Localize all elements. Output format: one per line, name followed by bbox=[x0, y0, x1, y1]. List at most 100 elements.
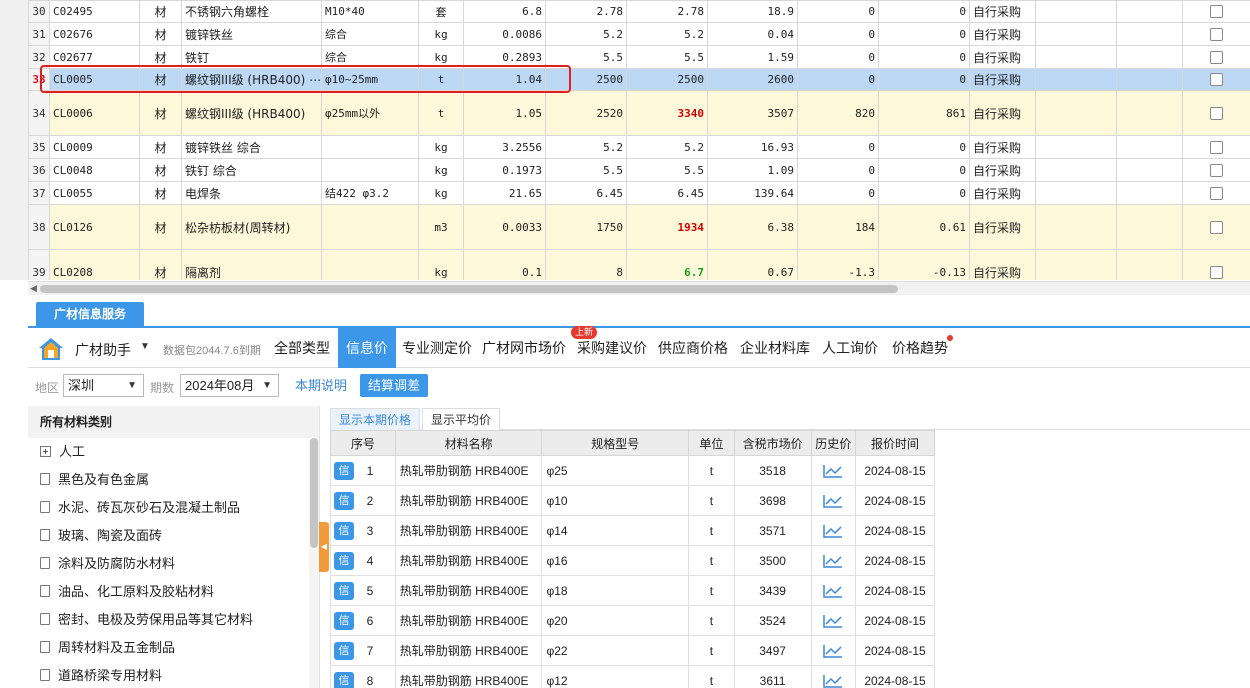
info-tag[interactable]: 信 bbox=[334, 611, 354, 630]
checkbox-cell[interactable] bbox=[1182, 158, 1250, 182]
table-row[interactable]: 信 3 热轧带肋钢筋 HRB400E φ14 t 3571 2024-08-15 bbox=[330, 515, 935, 546]
checkbox-cell[interactable] bbox=[1182, 135, 1250, 159]
category-item[interactable]: 玻璃、陶瓷及面砖 bbox=[28, 522, 319, 550]
row-checkbox[interactable] bbox=[1210, 163, 1223, 177]
category-item[interactable]: 道路桥梁专用材料 bbox=[28, 662, 319, 688]
period-note-link[interactable]: 本期说明 bbox=[289, 374, 353, 397]
category-item[interactable]: 黑色及有色金属 bbox=[28, 466, 319, 494]
row-checkbox[interactable] bbox=[1210, 140, 1223, 154]
checkbox-cell[interactable] bbox=[1182, 90, 1250, 136]
history-cell[interactable] bbox=[810, 545, 857, 576]
category-item[interactable]: 密封、电极及劳保用品等其它材料 bbox=[28, 606, 319, 634]
tab-average-price[interactable]: 显示平均价 bbox=[422, 408, 501, 430]
info-tag[interactable]: 信 bbox=[334, 461, 354, 480]
market-price[interactable]: 5.5 bbox=[626, 45, 708, 69]
trend-chart-icon[interactable] bbox=[823, 584, 843, 598]
market-price[interactable]: 5.2 bbox=[626, 135, 708, 159]
checkbox-cell[interactable] bbox=[1182, 68, 1250, 91]
scrollbar-thumb[interactable] bbox=[40, 285, 898, 293]
table-row[interactable]: 35 CL0009 材镀锌铁丝 综合 kg 3.2556 5.2 5.2 16.93 0 0 自行采… bbox=[28, 135, 1250, 159]
tab-current-price[interactable]: 显示本期价格 bbox=[330, 408, 421, 430]
market-price[interactable]: 6.45 bbox=[626, 181, 708, 205]
tab-professional-price[interactable]: 专业测定价 bbox=[398, 328, 476, 368]
table-row[interactable]: 信 5 热轧带肋钢筋 HRB400E φ18 t 3439 2024-08-15 bbox=[330, 575, 935, 606]
market-price[interactable]: 5.2 bbox=[626, 22, 708, 46]
table-row[interactable]: 30 C02495 材不锈钢六角螺栓 M10*40 套 6.8 2.78 2.78 18.9 0 0… bbox=[28, 0, 1250, 23]
trend-chart-icon[interactable] bbox=[823, 464, 843, 478]
chevron-down-icon[interactable]: ▼ bbox=[140, 341, 150, 352]
table-row[interactable]: 34 CL0006 材螺纹钢III级 (HRB400) φ25mm以外 t 1.05 252… bbox=[28, 90, 1250, 136]
table-row[interactable]: 信 1 热轧带肋钢筋 HRB400E φ25 t 3518 2024-08-15 bbox=[330, 455, 935, 486]
checkbox-cell[interactable] bbox=[1182, 45, 1250, 69]
checkbox-cell[interactable] bbox=[1182, 181, 1250, 205]
history-cell[interactable] bbox=[810, 455, 857, 486]
trend-chart-icon[interactable] bbox=[823, 674, 843, 688]
row-checkbox[interactable] bbox=[1210, 186, 1223, 200]
category-item[interactable]: 人工 bbox=[28, 438, 319, 466]
tab-price-trend[interactable]: 价格趋势 bbox=[888, 328, 952, 368]
checkbox-cell[interactable] bbox=[1182, 249, 1250, 280]
history-cell[interactable] bbox=[810, 665, 857, 688]
category-item[interactable]: 周转材料及五金制品 bbox=[28, 634, 319, 662]
checkbox-cell[interactable] bbox=[1182, 22, 1250, 46]
category-item[interactable]: 涂料及防腐防水材料 bbox=[28, 550, 319, 578]
market-price[interactable]: 2500 bbox=[626, 68, 708, 91]
table-row[interactable]: 31 C02676 材镀锌铁丝 综合 kg 0.0086 5.2 5.2 0.04 0 0 自行采购 bbox=[28, 22, 1250, 46]
history-cell[interactable] bbox=[810, 515, 857, 546]
column-header[interactable]: 报价时间 bbox=[855, 430, 935, 456]
scrollbar-thumb[interactable] bbox=[310, 438, 318, 548]
service-tab[interactable]: 广材信息服务 bbox=[36, 302, 144, 326]
market-price[interactable]: 6.7 bbox=[626, 249, 708, 280]
category-item[interactable]: 水泥、砖瓦灰砂石及混凝土制品 bbox=[28, 494, 319, 522]
trend-chart-icon[interactable] bbox=[823, 644, 843, 658]
column-header[interactable]: 材料名称 bbox=[394, 430, 543, 456]
checkbox-cell[interactable] bbox=[1182, 0, 1250, 23]
scroll-left-arrow-icon[interactable]: ◀ bbox=[30, 283, 37, 294]
checkbox-cell[interactable] bbox=[1182, 204, 1250, 250]
info-tag[interactable]: 信 bbox=[334, 521, 354, 540]
tab-manual-inquiry[interactable]: 人工询价 bbox=[818, 328, 882, 368]
row-checkbox[interactable] bbox=[1210, 220, 1223, 234]
row-checkbox[interactable] bbox=[1210, 265, 1223, 279]
category-scrollbar[interactable] bbox=[309, 436, 319, 688]
history-cell[interactable] bbox=[810, 485, 857, 516]
horizontal-scrollbar[interactable]: ◀ bbox=[28, 281, 1250, 295]
row-checkbox[interactable] bbox=[1210, 73, 1223, 87]
table-row[interactable]: 39 CL0208 材隔离剂 kg 0.1 8 6.7 0.67 -1.3 -0.13 自行采购 bbox=[28, 249, 1250, 280]
info-tag[interactable]: 信 bbox=[334, 641, 354, 660]
info-tag[interactable]: 信 bbox=[334, 671, 354, 688]
trend-chart-icon[interactable] bbox=[823, 524, 843, 538]
table-row[interactable]: 信 6 热轧带肋钢筋 HRB400E φ20 t 3524 2024-08-15 bbox=[330, 605, 935, 636]
history-cell[interactable] bbox=[810, 575, 857, 606]
column-header[interactable]: 单位 bbox=[688, 430, 735, 456]
trend-chart-icon[interactable] bbox=[823, 554, 843, 568]
row-checkbox[interactable] bbox=[1210, 27, 1223, 41]
collapse-panel-handle[interactable]: ◀ bbox=[319, 522, 329, 572]
table-row[interactable]: 信 4 热轧带肋钢筋 HRB400E φ16 t 3500 2024-08-15 bbox=[330, 545, 935, 576]
trend-chart-icon[interactable] bbox=[823, 494, 843, 508]
row-checkbox[interactable] bbox=[1210, 106, 1223, 120]
table-row[interactable]: 信 8 热轧带肋钢筋 HRB400E φ12 t 3611 2024-08-15 bbox=[330, 665, 935, 688]
table-row[interactable]: 36 CL0048 材铁钉 综合 kg 0.1973 5.5 5.5 1.09 0 0 自行采购 bbox=[28, 158, 1250, 182]
tab-all-types[interactable]: 全部类型 bbox=[268, 328, 336, 368]
tab-supplier-price[interactable]: 供应商价格 bbox=[654, 328, 732, 368]
info-tag[interactable]: 信 bbox=[334, 491, 354, 510]
period-select[interactable]: 2024年08月 ▼ bbox=[180, 374, 279, 397]
table-row[interactable]: 信 2 热轧带肋钢筋 HRB400E φ10 t 3698 2024-08-15 bbox=[330, 485, 935, 516]
column-header[interactable]: 规格型号 bbox=[541, 430, 690, 456]
market-price[interactable]: 2.78 bbox=[626, 0, 708, 23]
market-price[interactable]: 1934 bbox=[626, 204, 708, 250]
table-row[interactable]: 信 7 热轧带肋钢筋 HRB400E φ22 t 3497 2024-08-15 bbox=[330, 635, 935, 666]
row-checkbox[interactable] bbox=[1210, 50, 1223, 64]
tab-market-price[interactable]: 广材网市场价 bbox=[478, 328, 570, 368]
info-tag[interactable]: 信 bbox=[334, 581, 354, 600]
row-checkbox[interactable] bbox=[1210, 5, 1223, 19]
settle-adjust-button[interactable]: 结算调差 bbox=[360, 374, 429, 397]
trend-chart-icon[interactable] bbox=[823, 614, 843, 628]
tab-enterprise-library[interactable]: 企业材料库 bbox=[736, 328, 814, 368]
market-price[interactable]: 5.5 bbox=[626, 158, 708, 182]
assistant-label[interactable]: 广材助手 bbox=[75, 340, 131, 360]
table-row[interactable]: 38 CL0126 材松杂枋板材(周转材) m3 0.0033 1750 1934 6.38 1… bbox=[28, 204, 1250, 250]
tab-info-price[interactable]: 信息价 bbox=[338, 328, 396, 368]
market-price[interactable]: 3340 bbox=[626, 90, 708, 136]
